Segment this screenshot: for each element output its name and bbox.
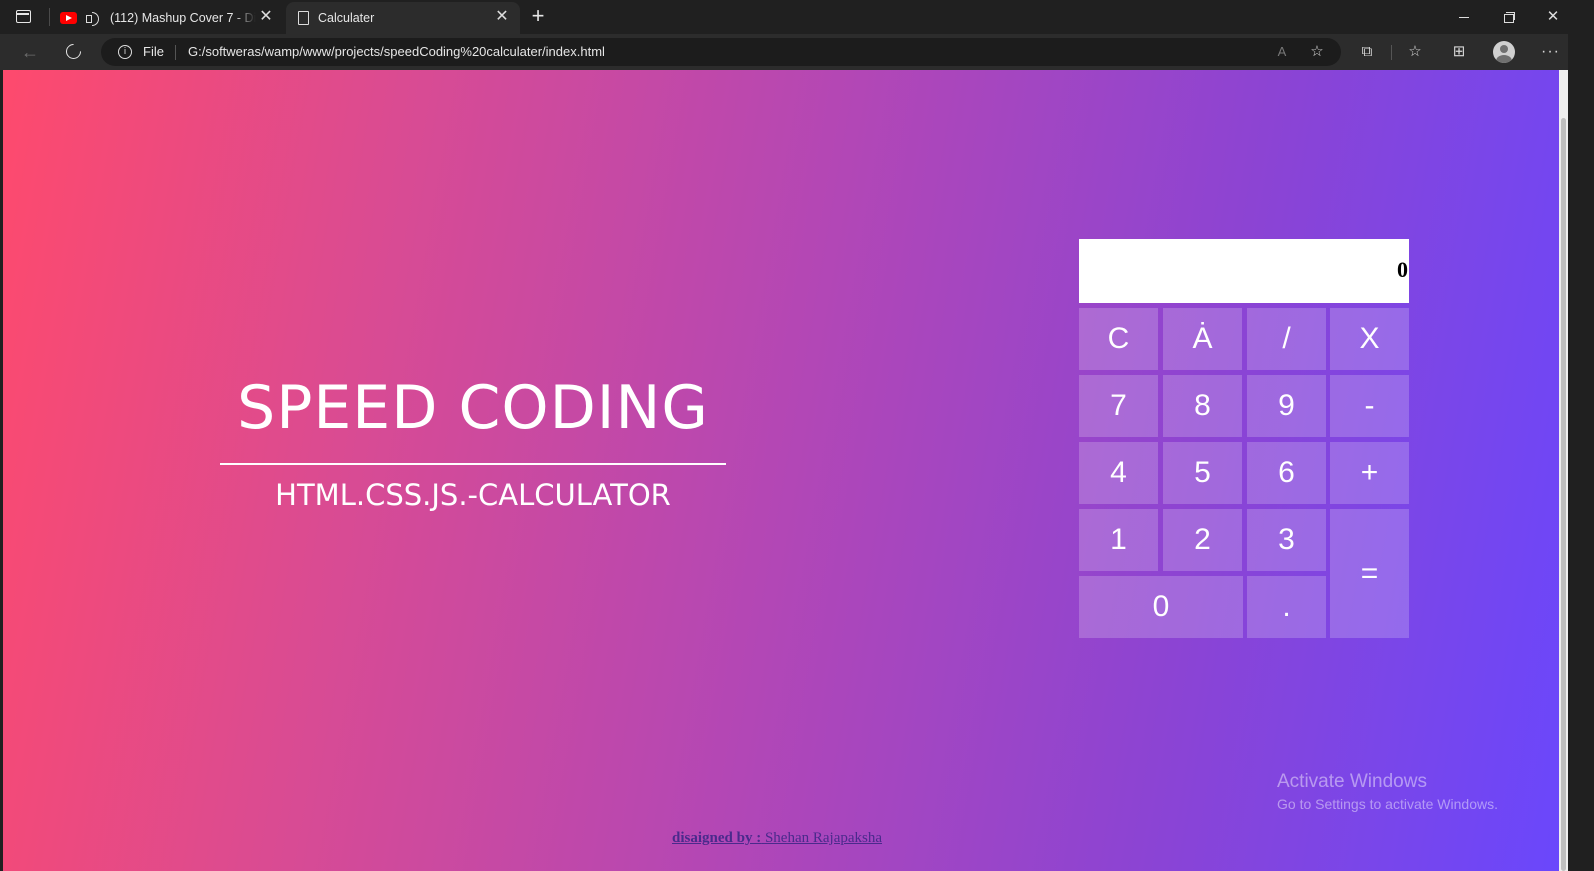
tab-title: Calculater <box>318 11 375 25</box>
collections-icon[interactable]: ⊞ <box>1450 43 1468 61</box>
tab-calculater[interactable]: Calculater ✕ <box>286 2 520 34</box>
audio-playing-icon[interactable] <box>85 10 101 26</box>
digit-9-button[interactable]: 9 <box>1247 375 1326 437</box>
scrollbar-thumb[interactable] <box>1561 118 1566 871</box>
digit-7-button[interactable]: 7 <box>1079 375 1158 437</box>
address-separator <box>175 45 176 60</box>
calculator-keypad: C Ȧ / X 7 8 9 - 4 5 6 + 1 2 3 = 0 . <box>1079 308 1409 642</box>
hero-title: SPEED CODING <box>237 373 709 443</box>
minimize-icon[interactable] <box>1454 8 1474 26</box>
decimal-button[interactable]: . <box>1247 576 1326 638</box>
tab-youtube[interactable]: (112) Mashup Cover 7 - Dile ✕ <box>56 2 284 34</box>
page-icon <box>298 11 309 25</box>
digit-5-button[interactable]: 5 <box>1163 442 1242 504</box>
credit-prefix: disaigned by : <box>672 830 762 846</box>
tab-title: (112) Mashup Cover 7 - Dile <box>110 11 256 25</box>
watermark-subtitle: Go to Settings to activate Windows. <box>1277 796 1498 812</box>
window-edge <box>1568 34 1594 871</box>
credit-author: Shehan Rajapaksha <box>764 830 883 846</box>
reload-icon[interactable] <box>60 39 86 65</box>
calculator-display: 0 <box>1079 239 1409 303</box>
address-bar[interactable]: i File G:/softweras/wamp/www/projects/sp… <box>101 38 1341 66</box>
scheme-label: File <box>143 44 164 59</box>
digit-0-button[interactable]: 0 <box>1079 576 1243 638</box>
window-close-icon[interactable]: ✕ <box>1543 8 1563 26</box>
digit-8-button[interactable]: 8 <box>1163 375 1242 437</box>
tab-divider <box>49 8 50 26</box>
designer-credit-link[interactable]: disaigned by : Shehan Rajapaksha <box>672 830 882 847</box>
favorites-icon[interactable]: ☆ <box>1406 43 1424 61</box>
digit-3-button[interactable]: 3 <box>1247 509 1326 571</box>
hero-subtitle: HTML.CSS.JS.-CALCULATOR <box>275 477 671 512</box>
close-tab-icon[interactable]: ✕ <box>258 9 274 25</box>
new-tab-button[interactable]: + <box>528 5 548 27</box>
tab-strip: (112) Mashup Cover 7 - Dile ✕ Calculater… <box>0 0 1594 34</box>
digit-1-button[interactable]: 1 <box>1079 509 1158 571</box>
close-tab-icon[interactable]: ✕ <box>494 9 510 25</box>
hero-divider <box>220 463 726 465</box>
profile-avatar-icon[interactable] <box>1493 41 1515 63</box>
multiply-button[interactable]: X <box>1330 308 1409 370</box>
digit-4-button[interactable]: 4 <box>1079 442 1158 504</box>
more-options-icon[interactable]: ··· <box>1541 43 1559 61</box>
youtube-icon <box>60 12 77 24</box>
read-aloud-icon[interactable]: A <box>1273 43 1291 61</box>
restore-icon[interactable] <box>1499 8 1519 26</box>
tab-actions-icon[interactable] <box>14 7 34 27</box>
extensions-icon[interactable]: ⧉ <box>1358 43 1376 61</box>
toolbar-separator <box>1391 45 1392 60</box>
add-favorite-icon[interactable]: ☆ <box>1308 43 1326 61</box>
digit-6-button[interactable]: 6 <box>1247 442 1326 504</box>
url-text[interactable]: G:/softweras/wamp/www/projects/speedCodi… <box>188 44 605 59</box>
power-button[interactable]: Ȧ <box>1163 308 1242 370</box>
back-icon[interactable]: ← <box>17 39 43 65</box>
divide-button[interactable]: / <box>1247 308 1326 370</box>
hero: SPEED CODING HTML.CSS.JS.-CALCULATOR <box>219 373 727 513</box>
clear-button[interactable]: C <box>1079 308 1158 370</box>
digit-2-button[interactable]: 2 <box>1163 509 1242 571</box>
equals-button[interactable]: = <box>1330 509 1409 638</box>
browser-toolbar: ← i File G:/softweras/wamp/www/projects/… <box>0 34 1594 70</box>
info-icon[interactable]: i <box>118 45 132 59</box>
watermark-title: Activate Windows <box>1277 771 1427 792</box>
page-viewport: SPEED CODING HTML.CSS.JS.-CALCULATOR 0 C… <box>3 70 1559 871</box>
add-button[interactable]: + <box>1330 442 1409 504</box>
subtract-button[interactable]: - <box>1330 375 1409 437</box>
calculator: 0 C Ȧ / X 7 8 9 - 4 5 6 + 1 2 3 = 0 . <box>1079 239 1409 642</box>
windows-activation-watermark: Activate Windows Go to Settings to activ… <box>1277 771 1498 812</box>
